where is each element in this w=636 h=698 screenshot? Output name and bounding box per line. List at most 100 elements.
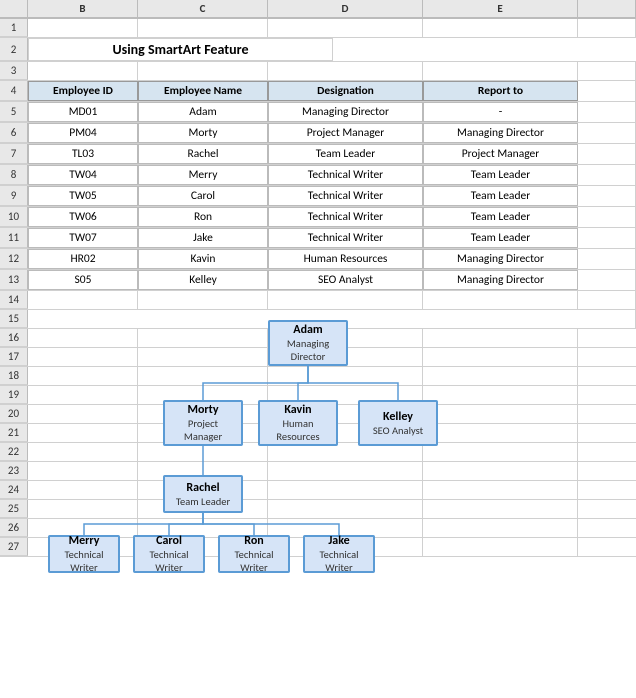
- cell-18-e[interactable]: [423, 367, 578, 385]
- cell-19-b[interactable]: [28, 386, 138, 404]
- cell-27-e[interactable]: [423, 538, 578, 556]
- cell-1c[interactable]: [138, 19, 268, 37]
- cell-20-b[interactable]: [28, 405, 138, 423]
- cell-24-c[interactable]: [138, 481, 268, 499]
- cell-10-id[interactable]: TW06: [28, 207, 138, 227]
- cell-7-report[interactable]: Project Manager: [423, 144, 578, 164]
- cell-12-id[interactable]: HR02: [28, 249, 138, 269]
- cell-18-d[interactable]: [268, 367, 423, 385]
- cell-9-report[interactable]: Team Leader: [423, 186, 578, 206]
- cell-7-name[interactable]: Rachel: [138, 144, 268, 164]
- cell-12-report[interactable]: Managing Director: [423, 249, 578, 269]
- cell-5-report[interactable]: -: [423, 102, 578, 122]
- cell-25-c[interactable]: [138, 500, 268, 518]
- th-employee-name[interactable]: Employee Name: [138, 81, 268, 101]
- cell-3e[interactable]: [423, 62, 578, 80]
- cell-20-d[interactable]: [268, 405, 423, 423]
- cell-23-d[interactable]: [268, 462, 423, 480]
- spreadsheet-title[interactable]: Using SmartArt Feature: [28, 38, 333, 61]
- cell-11-desig[interactable]: Technical Writer: [268, 228, 423, 248]
- cell-9-id[interactable]: TW05: [28, 186, 138, 206]
- cell-8-desig[interactable]: Technical Writer: [268, 165, 423, 185]
- cell-7-desig[interactable]: Team Leader: [268, 144, 423, 164]
- cell-23-c[interactable]: [138, 462, 268, 480]
- cell-22-d[interactable]: [268, 443, 423, 461]
- cell-13-id[interactable]: S05: [28, 270, 138, 290]
- cell-1b[interactable]: [28, 19, 138, 37]
- cell-1e[interactable]: [423, 19, 578, 37]
- cell-18-c[interactable]: [138, 367, 268, 385]
- cell-25-b[interactable]: [28, 500, 138, 518]
- cell-5-name[interactable]: Adam: [138, 102, 268, 122]
- cell-14e[interactable]: [423, 291, 578, 309]
- cell-13-name[interactable]: Kelley: [138, 270, 268, 290]
- cell-25-d[interactable]: [268, 500, 423, 518]
- cell-9-desig[interactable]: Technical Writer: [268, 186, 423, 206]
- cell-17-d[interactable]: [268, 348, 423, 366]
- cell-26-b[interactable]: [28, 519, 138, 537]
- cell-10-desig[interactable]: Technical Writer: [268, 207, 423, 227]
- cell-7-id[interactable]: TL03: [28, 144, 138, 164]
- cell-14c[interactable]: [138, 291, 268, 309]
- cell-14b[interactable]: [28, 291, 138, 309]
- cell-8-report[interactable]: Team Leader: [423, 165, 578, 185]
- cell-22-c[interactable]: [138, 443, 268, 461]
- cell-20-c[interactable]: [138, 405, 268, 423]
- cell-6-desig[interactable]: Project Manager: [268, 123, 423, 143]
- cell-26-d[interactable]: [268, 519, 423, 537]
- cell-6-report[interactable]: Managing Director: [423, 123, 578, 143]
- cell-8-name[interactable]: Merry: [138, 165, 268, 185]
- cell-27-d[interactable]: [268, 538, 423, 556]
- cell-24-e[interactable]: [423, 481, 578, 499]
- th-designation[interactable]: Designation: [268, 81, 423, 101]
- cell-23-b[interactable]: [28, 462, 138, 480]
- th-report-to[interactable]: Report to: [423, 81, 578, 101]
- cell-5-desig[interactable]: Managing Director: [268, 102, 423, 122]
- cell-3c[interactable]: [138, 62, 268, 80]
- cell-6-id[interactable]: PM04: [28, 123, 138, 143]
- cell-3d[interactable]: [268, 62, 423, 80]
- cell-16-c[interactable]: [138, 329, 268, 347]
- cell-21-d[interactable]: [268, 424, 423, 442]
- cell-25-e[interactable]: [423, 500, 578, 518]
- cell-10-report[interactable]: Team Leader: [423, 207, 578, 227]
- cell-24-b[interactable]: [28, 481, 138, 499]
- cell-8-id[interactable]: TW04: [28, 165, 138, 185]
- cell-17-c[interactable]: [138, 348, 268, 366]
- cell-6-name[interactable]: Morty: [138, 123, 268, 143]
- cell-12-desig[interactable]: Human Resources: [268, 249, 423, 269]
- cell-22-e[interactable]: [423, 443, 578, 461]
- cell-17-b[interactable]: [28, 348, 138, 366]
- cell-22-b[interactable]: [28, 443, 138, 461]
- cell-27-c[interactable]: [138, 538, 268, 556]
- th-employee-id[interactable]: Employee ID: [28, 81, 138, 101]
- cell-5-id[interactable]: MD01: [28, 102, 138, 122]
- cell-13-desig[interactable]: SEO Analyst: [268, 270, 423, 290]
- cell-11-id[interactable]: TW07: [28, 228, 138, 248]
- cell-24-d[interactable]: [268, 481, 423, 499]
- cell-13-report[interactable]: Managing Director: [423, 270, 578, 290]
- cell-19-d[interactable]: [268, 386, 423, 404]
- cell-23-e[interactable]: [423, 462, 578, 480]
- cell-11-report[interactable]: Team Leader: [423, 228, 578, 248]
- cell-14d[interactable]: [268, 291, 423, 309]
- cell-16-b[interactable]: [28, 329, 138, 347]
- cell-10-name[interactable]: Ron: [138, 207, 268, 227]
- cell-19-c[interactable]: [138, 386, 268, 404]
- cell-26-c[interactable]: [138, 519, 268, 537]
- cell-11-name[interactable]: Jake: [138, 228, 268, 248]
- cell-21-e[interactable]: [423, 424, 578, 442]
- cell-17-e[interactable]: [423, 348, 578, 366]
- cell-20-e[interactable]: [423, 405, 578, 423]
- cell-16-e[interactable]: [423, 329, 578, 347]
- cell-9-name[interactable]: Carol: [138, 186, 268, 206]
- cell-19-e[interactable]: [423, 386, 578, 404]
- cell-21-b[interactable]: [28, 424, 138, 442]
- cell-3b[interactable]: [28, 62, 138, 80]
- cell-26-e[interactable]: [423, 519, 578, 537]
- cell-27-b[interactable]: [28, 538, 138, 556]
- cell-16-d[interactable]: [268, 329, 423, 347]
- cell-18-b[interactable]: [28, 367, 138, 385]
- cell-21-c[interactable]: [138, 424, 268, 442]
- cell-12-name[interactable]: Kavin: [138, 249, 268, 269]
